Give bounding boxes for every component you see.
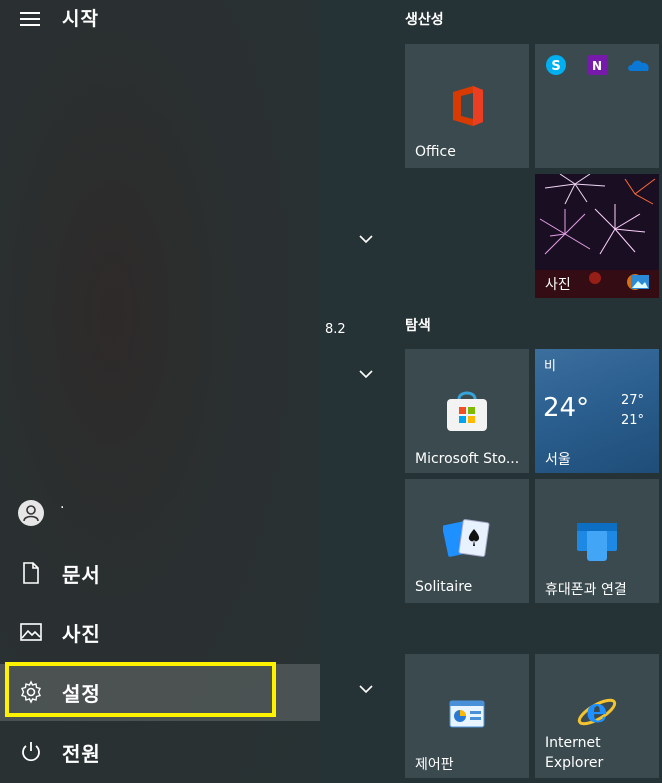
skype-icon[interactable]: S [545, 54, 567, 76]
weather-city: 서울 [545, 452, 571, 468]
internet-explorer-icon: e [577, 691, 617, 731]
svg-text:N: N [592, 59, 602, 73]
office-label: Office [415, 144, 456, 160]
solitaire-label: Solitaire [415, 579, 473, 595]
gear-icon [19, 680, 43, 704]
chevron-down-icon[interactable] [356, 369, 376, 381]
phone-link-tile[interactable]: 휴대폰과 연결 [535, 479, 659, 603]
onedrive-icon[interactable] [627, 54, 649, 76]
settings-label: 설정 [62, 682, 101, 706]
power-label: 전원 [62, 742, 101, 766]
version-text: 8.2 [325, 322, 346, 337]
svg-text:e: e [586, 691, 608, 731]
picture-icon [19, 620, 43, 644]
photos-tile[interactable]: 사진 [535, 174, 659, 298]
start-left-rail: 시작 · 문서 사진 설정 전원 [0, 0, 320, 783]
solitaire-cards-icon [443, 519, 490, 557]
documents-label: 문서 [62, 563, 101, 587]
control-panel-tile[interactable]: 제어판 [405, 654, 529, 778]
store-label: Microsoft Sto... [415, 451, 520, 467]
internet-explorer-tile[interactable]: e Internet Explorer [535, 654, 659, 778]
office-icon [453, 86, 483, 126]
phone-link-label: 휴대폰과 연결 [545, 582, 627, 598]
user-account-button[interactable]: · [0, 494, 320, 534]
ie-label-line2: Explorer [545, 755, 604, 771]
pictures-label: 사진 [62, 622, 101, 646]
document-icon [19, 561, 43, 585]
control-panel-label: 제어판 [415, 757, 454, 773]
phone-link-icon [577, 523, 617, 561]
power-button[interactable]: 전원 [0, 724, 320, 780]
hamburger-menu-icon[interactable] [20, 12, 40, 26]
chevron-down-icon[interactable] [356, 684, 376, 696]
svg-text:S: S [551, 59, 560, 74]
power-icon [19, 740, 43, 764]
start-title: 시작 [62, 8, 99, 30]
solitaire-tile[interactable]: Solitaire [405, 479, 529, 603]
office-tile[interactable]: Office [405, 44, 529, 168]
photos-label: 사진 [545, 277, 571, 293]
microsoft-store-tile[interactable]: Microsoft Sto... [405, 349, 529, 473]
group-header-productivity[interactable]: 생산성 [405, 9, 444, 29]
user-avatar-icon [18, 500, 44, 526]
weather-high-temp: 27° [621, 393, 645, 408]
onenote-icon[interactable]: N [587, 54, 609, 76]
photos-app-icon [631, 275, 649, 289]
weather-low-temp: 21° [621, 413, 645, 428]
documents-button[interactable]: 문서 [0, 545, 320, 601]
control-panel-icon [449, 700, 485, 728]
group-header-explore[interactable]: 탐색 [405, 315, 431, 335]
user-name: · [60, 500, 65, 516]
weather-current-temp: 24° [543, 393, 590, 423]
store-icon [447, 391, 487, 431]
office-apps-tile[interactable]: S N [535, 44, 659, 168]
weather-condition: 비 [544, 359, 556, 374]
chevron-down-icon[interactable] [356, 234, 376, 246]
settings-button[interactable]: 설정 [0, 664, 320, 721]
weather-tile[interactable]: 비 24° 27° 21° 서울 [535, 349, 659, 473]
pictures-button[interactable]: 사진 [0, 604, 320, 660]
ie-label-line1: Internet [545, 735, 601, 751]
